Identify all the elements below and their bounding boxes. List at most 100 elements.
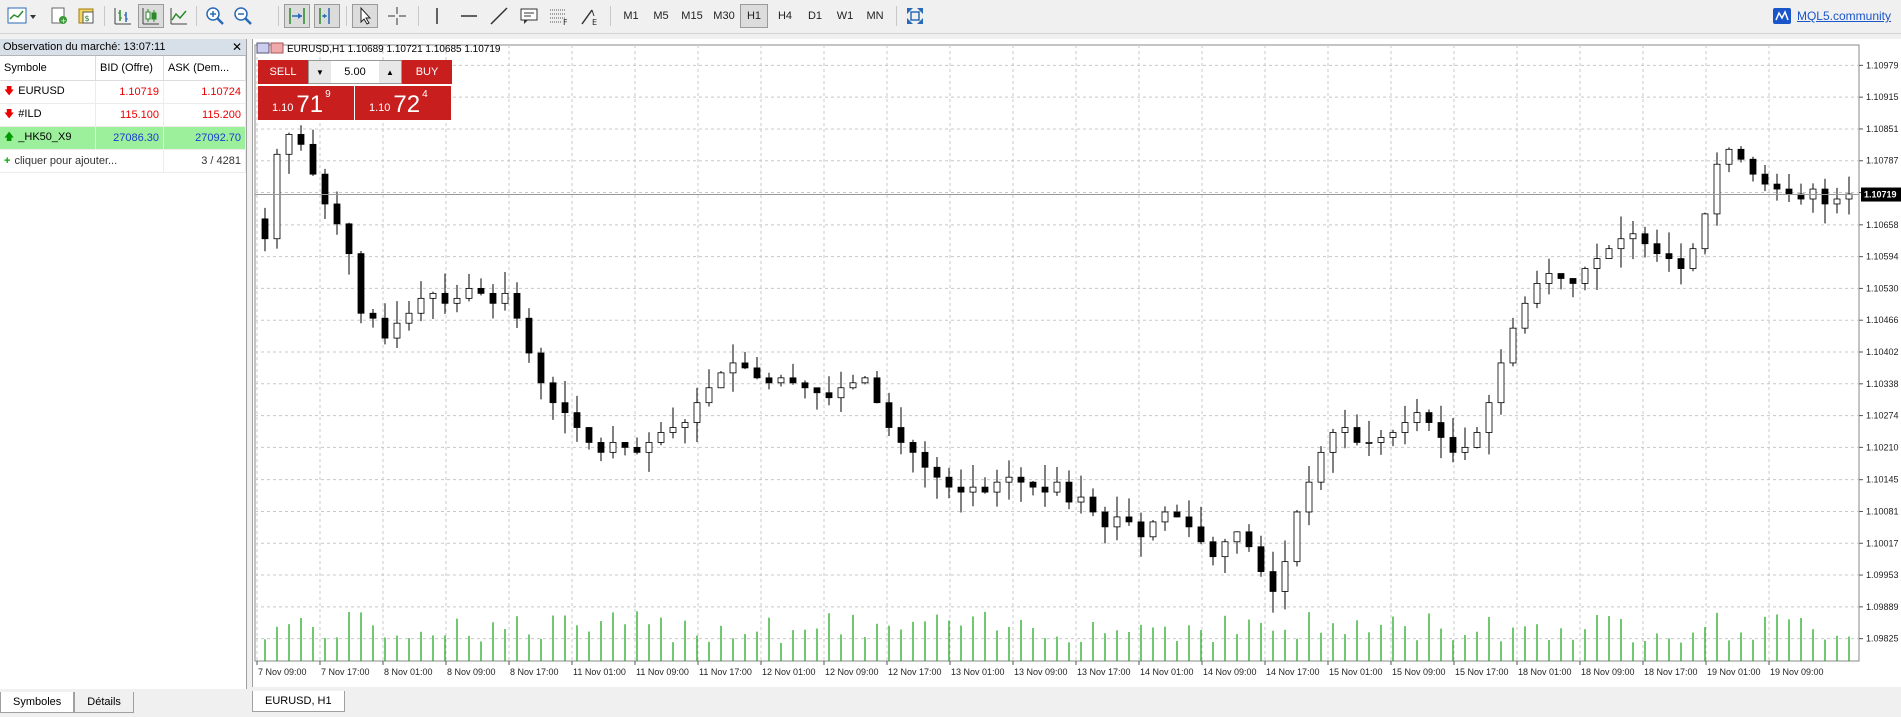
bid-value: 115.100 <box>95 103 164 127</box>
shapes-icon[interactable]: E <box>578 4 604 28</box>
profiles-icon[interactable]: + <box>46 4 72 28</box>
candle-body <box>741 362 749 369</box>
y-tick-label: 1.10466 <box>1866 315 1899 325</box>
plot-area <box>254 44 1860 662</box>
timeframe-m15[interactable]: M15 <box>676 4 708 28</box>
candle-body <box>585 427 593 443</box>
y-tick-label: 1.10658 <box>1866 220 1899 230</box>
cursor-icon[interactable] <box>352 4 378 28</box>
symbol-name: _HK50_X9 <box>18 130 72 143</box>
candle-body <box>453 297 461 304</box>
chart-symbol-icon <box>256 42 270 54</box>
candle-body <box>837 387 845 399</box>
candle-body <box>897 427 905 443</box>
arrow-up-icon: 🡅 <box>4 131 15 143</box>
candle-body <box>693 402 701 423</box>
chart-window[interactable]: 1.109791.109151.108511.107871.107231.106… <box>252 39 1901 687</box>
arrow-down-icon: 🡇 <box>4 85 15 97</box>
auto-scroll-icon[interactable] <box>284 4 310 28</box>
mql5-logo-icon <box>1772 8 1791 24</box>
fullscreen-icon[interactable] <box>902 4 928 28</box>
table-row[interactable]: 🡇 #ILD 115.100 115.200 <box>0 103 246 127</box>
mql5-community-link[interactable]: MQL5.community <box>1772 8 1891 24</box>
lot-size-stepper: ▼ 5.00 ▲ <box>308 60 402 84</box>
x-tick-label: 12 Nov 17:00 <box>888 667 942 677</box>
candle-body <box>1353 427 1361 443</box>
timeframe-m30[interactable]: M30 <box>708 4 740 28</box>
table-row[interactable]: 🡅 _HK50_X9 27086.30 27092.70 <box>0 126 246 150</box>
timeframe-h1[interactable]: H1 <box>740 4 768 28</box>
x-tick-label: 8 Nov 09:00 <box>447 667 496 677</box>
x-tick-label: 13 Nov 17:00 <box>1077 667 1131 677</box>
candle-body <box>1401 422 1409 433</box>
lot-decrease-button[interactable]: ▼ <box>309 61 331 83</box>
trendline-icon[interactable] <box>486 4 512 28</box>
bar-chart-icon[interactable] <box>110 4 136 28</box>
timeframe-h4[interactable]: H4 <box>770 4 800 28</box>
templates-icon[interactable]: $ <box>74 4 100 28</box>
candle-body <box>717 372 725 389</box>
timeframe-mn[interactable]: MN <box>860 4 890 28</box>
candle-body <box>1569 278 1577 284</box>
y-tick-label: 1.09953 <box>1866 570 1899 580</box>
timeframe-m1[interactable]: M1 <box>616 4 646 28</box>
close-icon[interactable]: ✕ <box>232 39 242 55</box>
x-tick-label: 11 Nov 17:00 <box>699 667 752 677</box>
sell-button[interactable]: SELL <box>258 60 308 84</box>
candle-body <box>1269 571 1277 592</box>
candle-body <box>597 442 605 453</box>
candle-body <box>1053 481 1061 493</box>
candle-body <box>1041 486 1049 493</box>
crosshair-icon[interactable] <box>384 4 410 28</box>
column-header-symbol[interactable]: Symbole <box>0 56 96 81</box>
horizontal-line-icon[interactable] <box>456 4 482 28</box>
fibonacci-icon[interactable]: F <box>546 4 572 28</box>
candle-body <box>753 367 761 379</box>
timeframe-d1[interactable]: D1 <box>800 4 830 28</box>
sell-price[interactable]: 1.10 71 9 <box>258 86 354 120</box>
lot-increase-button[interactable]: ▲ <box>379 61 401 83</box>
candle-body <box>621 442 629 448</box>
symbol-name: #ILD <box>18 107 42 120</box>
candle-body <box>561 402 569 414</box>
candle-body <box>489 292 497 304</box>
candle-body <box>657 432 665 443</box>
timeframe-w1[interactable]: W1 <box>830 4 860 28</box>
candle-body <box>1257 546 1265 572</box>
mql5-community-label: MQL5.community <box>1796 9 1891 23</box>
symbol-count: 3 / 4281 <box>163 149 246 173</box>
market-watch-table: Symbole BID (Offre) ASK (Dem... 🡇 EURUSD … <box>0 56 246 173</box>
candlestick-chart[interactable]: 1.109791.109151.108511.107871.107231.106… <box>253 39 1901 687</box>
timeframe-m5[interactable]: M5 <box>646 4 676 28</box>
table-row[interactable]: 🡇 EURUSD 1.10719 1.10724 <box>0 80 246 104</box>
candle-body <box>477 288 485 294</box>
vertical-line-icon[interactable] <box>424 4 450 28</box>
candle-body <box>393 322 401 339</box>
candlestick-chart-icon[interactable] <box>138 4 164 28</box>
text-label-icon[interactable] <box>516 4 542 28</box>
zoom-in-icon[interactable] <box>202 4 228 28</box>
candle-body <box>1557 273 1565 279</box>
candle-body <box>645 442 653 453</box>
add-symbol-label: cliquer pour ajouter... <box>14 155 118 167</box>
line-chart-icon[interactable] <box>166 4 192 28</box>
buy-price[interactable]: 1.10 72 4 <box>355 86 451 120</box>
sell-price-prefix: 1.10 <box>272 102 294 114</box>
x-tick-label: 12 Nov 01:00 <box>762 667 816 677</box>
candle-body <box>1413 412 1421 423</box>
zoom-out-icon[interactable] <box>230 4 256 28</box>
candle-body <box>465 288 473 299</box>
tab-symbols[interactable]: Symboles <box>0 692 75 713</box>
candle-body <box>1161 511 1169 523</box>
buy-button[interactable]: BUY <box>402 60 452 84</box>
y-tick-label: 1.10787 <box>1866 156 1899 166</box>
chart-shift-icon[interactable] <box>314 4 340 28</box>
column-header-ask[interactable]: ASK (Dem... <box>163 56 246 81</box>
tab-eurusd-h1[interactable]: EURUSD, H1 <box>252 691 345 712</box>
column-header-bid[interactable]: BID (Offre) <box>95 56 164 81</box>
new-chart-icon[interactable] <box>4 4 40 28</box>
add-symbol-row[interactable]: + cliquer pour ajouter... 3 / 4281 <box>0 149 246 173</box>
x-tick-label: 7 Nov 09:00 <box>258 667 307 677</box>
tab-details[interactable]: Détails <box>74 692 134 713</box>
lot-size-input[interactable]: 5.00 <box>331 66 379 78</box>
